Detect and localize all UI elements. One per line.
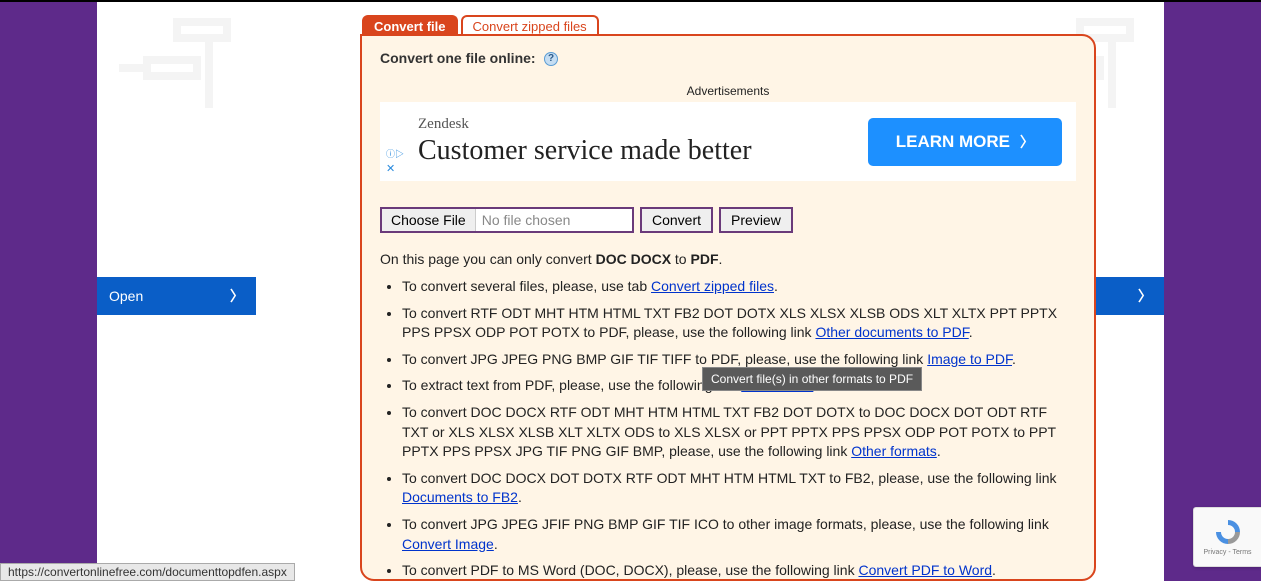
- decorative-icon: [119, 12, 239, 112]
- chevron-right-icon: 〉: [1138, 286, 1152, 306]
- tooltip: Convert file(s) in other formats to PDF: [702, 367, 922, 391]
- list-item: To convert JPG JPEG JFIF PNG BMP GIF TIF…: [402, 515, 1076, 554]
- info-link[interactable]: Convert Image: [402, 536, 494, 552]
- info-link[interactable]: Other formats: [851, 443, 937, 459]
- panel-title: Convert one file online:: [380, 50, 536, 66]
- ad-banner[interactable]: ⓘ▷ ✕ Zendesk Customer service made bette…: [380, 102, 1076, 181]
- side-ad-open-left[interactable]: Open 〉: [97, 277, 256, 315]
- status-bar-url: https://convertonlinefree.com/documentto…: [0, 563, 295, 581]
- ad-brand: Zendesk: [418, 116, 752, 133]
- recaptcha-icon: [1213, 518, 1243, 546]
- list-item: To convert DOC DOCX RTF ODT MHT HTM HTML…: [402, 403, 1076, 462]
- convert-button[interactable]: Convert: [640, 207, 713, 233]
- side-ad-label: Open: [109, 288, 143, 304]
- ad-label: Advertisements: [362, 84, 1094, 98]
- file-placeholder: No file chosen: [476, 209, 632, 231]
- info-link[interactable]: Convert PDF to Word: [858, 562, 992, 578]
- info-link[interactable]: Documents to FB2: [402, 489, 518, 505]
- recaptcha-badge[interactable]: Privacy - Terms: [1193, 507, 1261, 567]
- preview-button[interactable]: Preview: [719, 207, 793, 233]
- info-link[interactable]: Image to PDF: [927, 351, 1012, 367]
- choose-file-button[interactable]: Choose File: [382, 209, 476, 231]
- file-input[interactable]: Choose File No file chosen: [380, 207, 634, 233]
- chevron-right-icon: 〉: [230, 286, 244, 306]
- info-list: To convert several files, please, use ta…: [362, 267, 1094, 581]
- upload-form: Choose File No file chosen Convert Previ…: [362, 181, 1094, 233]
- ad-headline: Customer service made better: [418, 135, 752, 167]
- info-link[interactable]: Convert zipped files: [651, 278, 774, 294]
- list-item: To convert RTF ODT MHT HTM HTML TXT FB2 …: [402, 304, 1076, 343]
- info-link[interactable]: Other documents to PDF: [815, 324, 968, 340]
- side-ad-watermark-left: [99, 7, 259, 117]
- list-item: To convert PDF to MS Word (DOC, DOCX), p…: [402, 561, 1076, 581]
- chevron-right-icon: 〉: [1020, 132, 1034, 152]
- help-icon[interactable]: ?: [544, 52, 558, 66]
- adchoices-icon[interactable]: ⓘ▷ ✕: [386, 147, 404, 175]
- list-item: To convert several files, please, use ta…: [402, 277, 1076, 297]
- list-item: To convert DOC DOCX DOT DOTX RTF ODT MHT…: [402, 469, 1076, 508]
- ad-cta-button[interactable]: LEARN MORE 〉: [868, 118, 1062, 166]
- convert-panel: Convert one file online: ? Advertisement…: [360, 34, 1096, 581]
- intro-text: On this page you can only convert DOC DO…: [362, 233, 1094, 267]
